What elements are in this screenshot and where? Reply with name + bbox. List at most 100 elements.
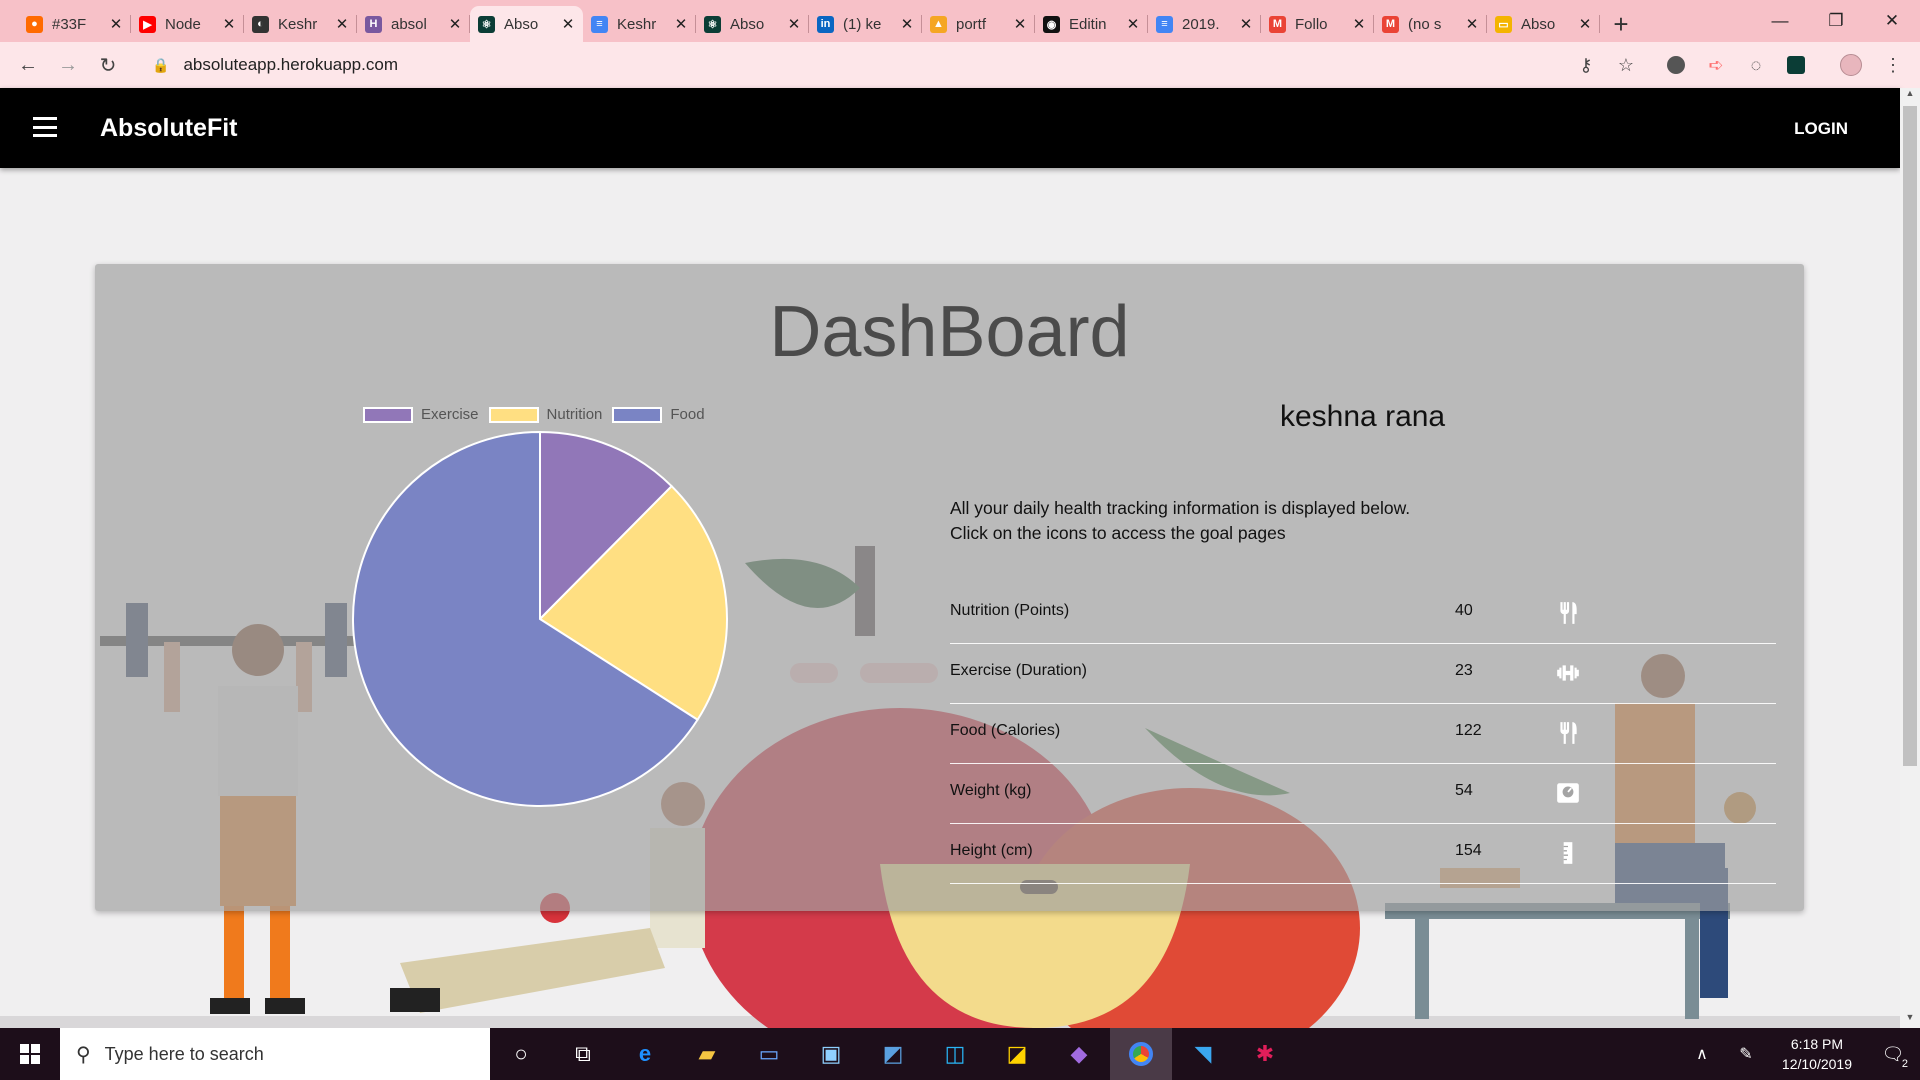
legend-item-nutrition[interactable]: Nutrition	[488, 406, 602, 423]
store-icon[interactable]: ▣	[800, 1028, 862, 1080]
tab-title: portf	[956, 15, 987, 33]
browser-tab[interactable]: ● #33F ✕	[18, 6, 131, 42]
legend-item-exercise[interactable]: Exercise	[363, 406, 479, 423]
scroll-down-arrow-icon[interactable]: ▼	[1900, 1012, 1920, 1028]
tab-close-icon[interactable]: ✕	[1465, 15, 1479, 33]
brand-logo[interactable]: AbsoluteFit	[100, 114, 238, 143]
tab-close-icon[interactable]: ✕	[900, 15, 914, 33]
extension-arrow-icon[interactable]: ➪	[1703, 52, 1729, 78]
tab-close-icon[interactable]: ✕	[1578, 15, 1592, 33]
notification-center-icon[interactable]: 🗨 2	[1866, 1028, 1920, 1080]
windows-logo-icon	[20, 1044, 40, 1064]
extension-react-icon[interactable]	[1783, 52, 1809, 78]
legend-swatch-nutrition	[488, 406, 539, 423]
app-files-icon[interactable]: ◫	[924, 1028, 986, 1080]
extension-grammarly-icon[interactable]	[1663, 52, 1689, 78]
tab-close-icon[interactable]: ✕	[1013, 15, 1027, 33]
browser-tab[interactable]: ▶ Node ✕	[131, 6, 244, 42]
back-button[interactable]: ←	[8, 45, 48, 85]
table-row: Weight (kg) 54	[950, 764, 1776, 824]
login-button[interactable]: LOGIN	[1794, 119, 1848, 139]
sticky-notes-icon[interactable]: ◪	[986, 1028, 1048, 1080]
browser-tab[interactable]: ≡ Keshr ✕	[583, 6, 696, 42]
tab-close-icon[interactable]: ✕	[109, 15, 123, 33]
browser-tab[interactable]: Habsol ✕	[357, 6, 470, 42]
menu-kebab-icon[interactable]: ⋮	[1880, 52, 1906, 78]
stat-value: 23	[1455, 662, 1473, 679]
scroll-thumb[interactable]	[1903, 106, 1917, 766]
browser-tab[interactable]: in (1) ke ✕	[809, 6, 922, 42]
edge-icon[interactable]: e	[614, 1028, 676, 1080]
tab-favicon-icon: ◉	[1043, 15, 1060, 33]
tab-close-icon[interactable]: ✕	[1352, 15, 1366, 33]
reload-button[interactable]: ↻	[88, 45, 128, 85]
app-terminal-icon[interactable]: ◩	[862, 1028, 924, 1080]
vscode-icon[interactable]: ◥	[1172, 1028, 1234, 1080]
restore-button[interactable]: ❐	[1808, 0, 1864, 42]
browser-tab[interactable]: M (no s ✕	[1374, 6, 1487, 42]
browser-tab[interactable]: ≡ 2019. ✕	[1148, 6, 1261, 42]
taskbar-search-box[interactable]: ⚲ Type here to search	[60, 1028, 490, 1080]
extension-circle-icon[interactable]: ◌	[1743, 52, 1769, 78]
scroll-up-arrow-icon[interactable]: ▲	[1900, 88, 1920, 104]
tab-close-icon[interactable]: ✕	[787, 15, 801, 33]
tab-favicon-icon: ⚛	[704, 15, 721, 33]
tab-title: Node	[165, 15, 201, 33]
cortana-icon[interactable]: ○	[490, 1028, 552, 1080]
tab-title: absol	[391, 15, 427, 33]
browser-tab-strip: ● #33F ✕ ▶ Node ✕ ◐ Keshr ✕ Habsol ✕ ⚛ Abso ✕ ≡ Keshr ✕ ⚛…	[0, 0, 1920, 42]
browser-tab[interactable]: ▲ portf ✕	[922, 6, 1035, 42]
forward-button[interactable]: →	[48, 45, 88, 85]
tab-favicon-icon: ≡	[591, 15, 608, 33]
tab-close-icon[interactable]: ✕	[1239, 15, 1253, 33]
key-icon[interactable]: ⚷	[1573, 52, 1599, 78]
tab-close-icon[interactable]: ✕	[222, 15, 236, 33]
tab-title: Keshr	[278, 15, 318, 33]
new-tab-button[interactable]: +	[1600, 6, 1642, 42]
tab-title: Abso	[730, 15, 765, 33]
scale-icon[interactable]	[1555, 780, 1581, 806]
browser-tab[interactable]: M Follo ✕	[1261, 6, 1374, 42]
browser-tab[interactable]: ⚛ Abso ✕	[696, 6, 809, 42]
page-scrollbar[interactable]: ▲ ▼	[1900, 88, 1920, 1028]
ruler-icon[interactable]	[1555, 840, 1581, 866]
user-name: keshna rana	[1280, 400, 1446, 433]
tab-close-icon[interactable]: ✕	[448, 15, 462, 33]
browser-tab[interactable]: ⚛ Abso ✕	[470, 6, 583, 42]
file-explorer-icon[interactable]: ▰	[676, 1028, 738, 1080]
tab-close-icon[interactable]: ✕	[1126, 15, 1140, 33]
tray-chevron-up-icon[interactable]: ∧	[1680, 1028, 1724, 1080]
tab-favicon-icon: M	[1269, 15, 1286, 33]
hamburger-menu-icon[interactable]	[33, 117, 57, 137]
browser-tab[interactable]: ◉ Editin ✕	[1035, 6, 1148, 42]
windows-start-button[interactable]	[0, 1028, 60, 1080]
legend-item-food[interactable]: Food	[612, 406, 705, 423]
table-row: Height (cm) 154	[950, 824, 1776, 884]
pen-icon[interactable]: ✎	[1724, 1028, 1768, 1080]
fork-knife-icon[interactable]	[1555, 600, 1581, 626]
browser-tab[interactable]: ◐ Keshr ✕	[244, 6, 357, 42]
tab-title: Abso	[504, 15, 539, 33]
task-view-icon[interactable]: ⧉	[552, 1028, 614, 1080]
browser-tab[interactable]: ▭ Abso ✕	[1487, 6, 1600, 42]
tab-close-icon[interactable]: ✕	[561, 15, 575, 33]
visual-studio-icon[interactable]: ◆	[1048, 1028, 1110, 1080]
stat-label: Weight (kg)	[950, 782, 1032, 799]
address-bar[interactable]: 🔒 absoluteapp.herokuapp.com	[138, 47, 1636, 83]
stat-label: Height (cm)	[950, 842, 1033, 859]
tab-favicon-icon: ▭	[1495, 15, 1512, 33]
tab-close-icon[interactable]: ✕	[674, 15, 688, 33]
fork-knife-icon[interactable]	[1555, 720, 1581, 746]
app-laptop-icon[interactable]: ▭	[738, 1028, 800, 1080]
slack-icon[interactable]: ✱	[1234, 1028, 1296, 1080]
close-window-button[interactable]: ✕	[1864, 0, 1920, 42]
bookmark-star-icon[interactable]: ☆	[1613, 52, 1639, 78]
stat-value: 154	[1455, 842, 1482, 859]
tab-close-icon[interactable]: ✕	[335, 15, 349, 33]
chrome-icon[interactable]	[1110, 1028, 1172, 1080]
minimize-button[interactable]: —	[1752, 0, 1808, 42]
pie-chart[interactable]	[350, 429, 730, 809]
taskbar-clock[interactable]: 6:18 PM 12/10/2019	[1768, 1034, 1866, 1074]
dumbbell-icon[interactable]	[1555, 660, 1581, 686]
profile-avatar[interactable]	[1838, 52, 1864, 78]
